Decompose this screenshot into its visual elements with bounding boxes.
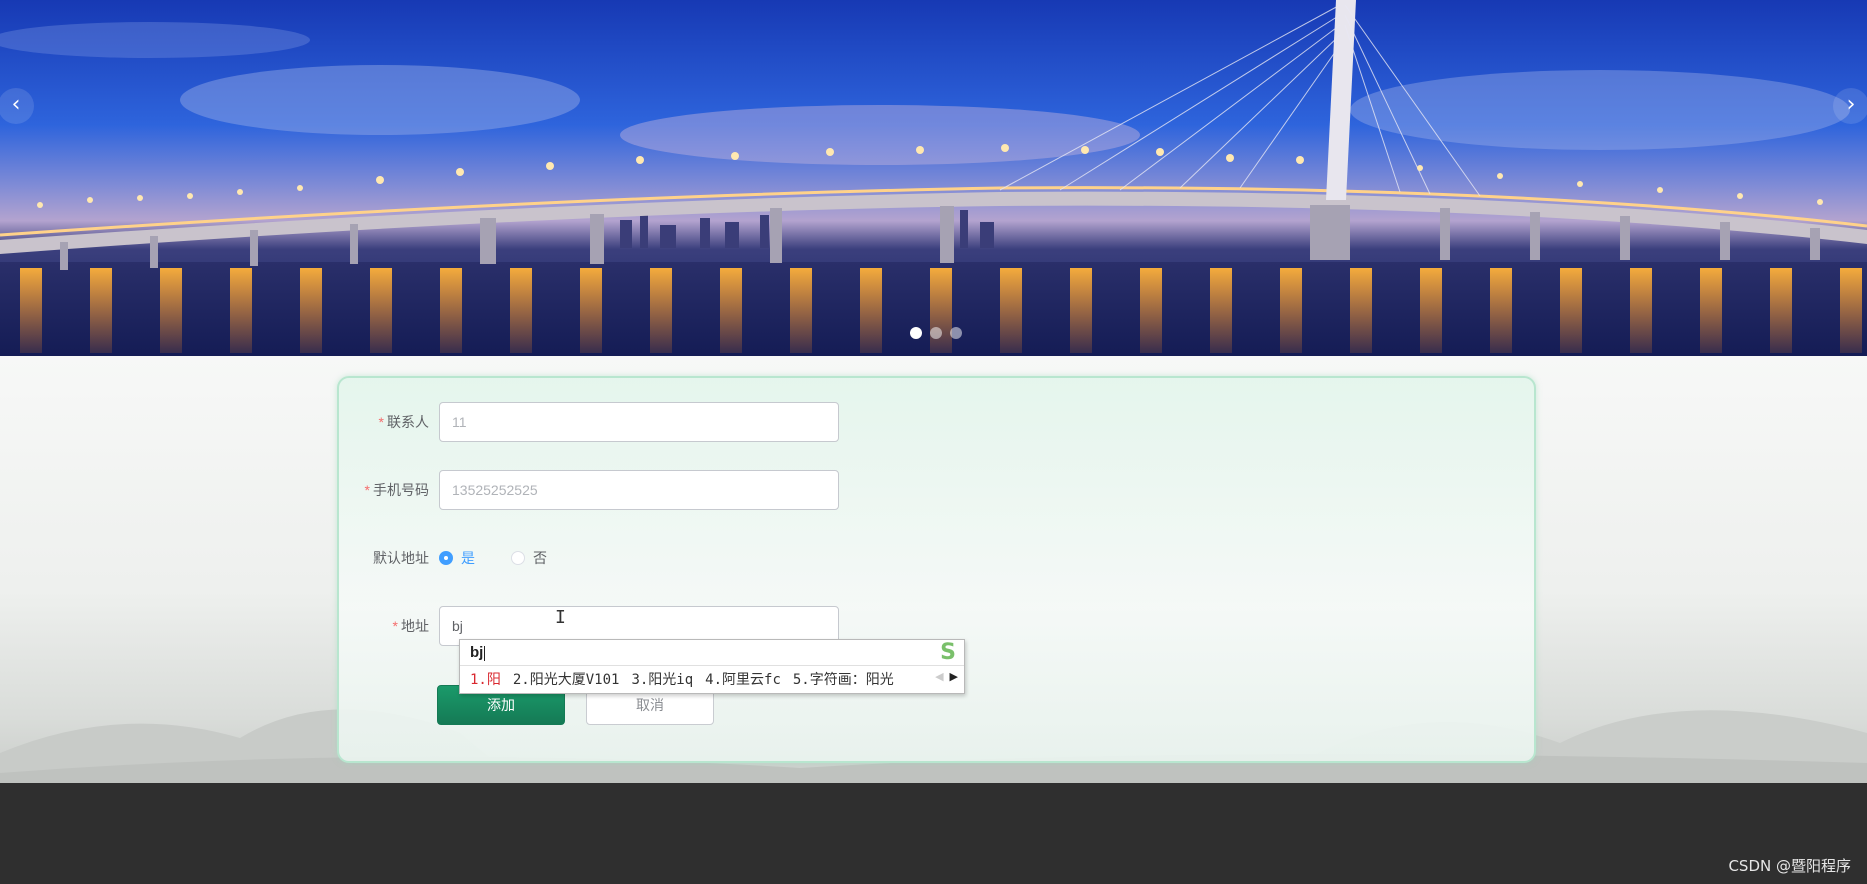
carousel-dot[interactable] (910, 327, 922, 339)
chevron-right-icon: › (1846, 92, 1856, 117)
ime-page-nav: ◀ ▶ (935, 670, 958, 683)
address-label: * 地址 (392, 618, 429, 634)
ime-candidate-window: bj S 1.阳 2.阳光大厦V101 3.阳光iq 4.阿里云fc 5.字符画… (459, 639, 965, 694)
ime-candidate[interactable]: 4.阿里云fc (705, 669, 781, 689)
default-address-row: 默认地址 是 否 (339, 538, 583, 578)
ime-divider (460, 665, 964, 666)
ime-candidate[interactable]: 3.阳光iq (631, 669, 693, 689)
bridge-night-image (0, 0, 1867, 356)
default-address-radio-group: 是 否 (439, 548, 583, 568)
csdn-watermark: CSDN @暨阳程序 (1728, 857, 1851, 875)
main-content: *联系人 *手机号码 默认地址 是 否 *地址 添加 (0, 356, 1867, 783)
page-footer: CSDN @暨阳程序 (0, 783, 1867, 884)
default-address-label: 默认地址 (373, 550, 429, 566)
phone-row: * 手机号码 (339, 470, 839, 510)
radio-checked-icon (439, 551, 453, 565)
ime-candidate-list: 1.阳 2.阳光大厦V101 3.阳光iq 4.阿里云fc 5.字符画：阳光 (470, 669, 894, 689)
text-cursor-icon: I (555, 607, 566, 628)
contact-input[interactable] (439, 402, 839, 442)
carousel-indicators (910, 327, 962, 339)
carousel-dot[interactable] (930, 327, 942, 339)
radio-no[interactable]: 否 (511, 548, 547, 568)
phone-input[interactable] (439, 470, 839, 510)
sogou-logo-icon: S (940, 640, 956, 665)
ime-candidate[interactable]: 1.阳 (470, 669, 501, 689)
chevron-left-icon: ‹ (11, 92, 21, 117)
carousel-next-button[interactable]: › (1833, 88, 1867, 124)
ime-composition: bj (470, 644, 484, 661)
ime-candidate[interactable]: 5.字符画：阳光 (793, 669, 894, 689)
carousel-dot[interactable] (950, 327, 962, 339)
contact-label: * 联系人 (378, 414, 429, 430)
radio-unchecked-icon (511, 551, 525, 565)
ime-prev-page-icon[interactable]: ◀ (935, 670, 943, 683)
ime-candidate[interactable]: 2.阳光大厦V101 (513, 669, 620, 689)
ime-next-page-icon[interactable]: ▶ (950, 670, 958, 683)
phone-label: * 手机号码 (364, 482, 429, 498)
contact-row: * 联系人 (339, 402, 839, 442)
address-form: *联系人 *手机号码 默认地址 是 否 *地址 添加 (337, 376, 1536, 763)
hero-carousel: ‹ › (0, 0, 1867, 356)
radio-yes[interactable]: 是 (439, 548, 475, 568)
